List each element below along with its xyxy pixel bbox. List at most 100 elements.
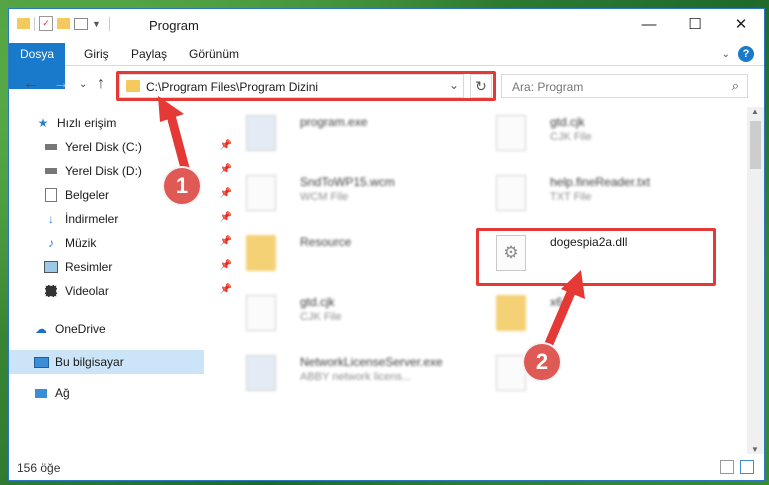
file-item[interactable]: Resource bbox=[228, 231, 458, 277]
new-folder-icon[interactable] bbox=[57, 18, 70, 29]
file-type: CJK File bbox=[550, 131, 592, 143]
tab-home[interactable]: Giriş bbox=[72, 43, 121, 65]
scroll-up-icon[interactable]: ▲ bbox=[751, 107, 759, 116]
explorer-window: ✓ ▼ Program — ☐ ✕ Dosya Giriş Paylaş Gör… bbox=[8, 8, 765, 481]
exe-file-icon bbox=[246, 115, 276, 151]
large-icons-view-icon[interactable] bbox=[740, 460, 754, 474]
recent-locations-button[interactable]: ⌄ bbox=[79, 79, 87, 90]
close-button[interactable]: ✕ bbox=[718, 9, 764, 39]
up-button[interactable]: ↑ bbox=[97, 75, 105, 93]
sidebar-item-label: İndirmeler bbox=[65, 212, 119, 226]
file-name: NetworkLicenseServer.exe bbox=[300, 355, 443, 369]
navigation-bar: ← → ⌄ ↑ C:\Program Files\Program Dizini … bbox=[9, 69, 764, 101]
sidebar-item-label: Yerel Disk (C:) bbox=[65, 140, 142, 154]
file-type: CJK File bbox=[300, 311, 342, 323]
maximize-button[interactable]: ☐ bbox=[672, 9, 718, 39]
forward-button[interactable]: → bbox=[53, 75, 69, 93]
sidebar-item-documents[interactable]: Belgeler 📌 bbox=[9, 183, 238, 207]
file-item[interactable]: x64 bbox=[478, 291, 708, 337]
customize-icon[interactable] bbox=[74, 17, 88, 30]
document-icon bbox=[246, 175, 276, 211]
file-item[interactable] bbox=[478, 351, 708, 397]
sidebar-item-videos[interactable]: Videolar 📌 bbox=[9, 279, 238, 303]
sidebar-item-disk-c[interactable]: Yerel Disk (C:) 📌 bbox=[9, 135, 238, 159]
file-name: x64 bbox=[550, 295, 570, 309]
file-name: help.fineReader.txt bbox=[550, 175, 651, 189]
download-icon: ↓ bbox=[48, 212, 54, 226]
search-placeholder: Ara: Program bbox=[512, 80, 584, 94]
scrollbar-thumb[interactable] bbox=[750, 121, 761, 169]
properties-icon[interactable]: ✓ bbox=[39, 16, 53, 31]
view-switcher bbox=[720, 460, 754, 474]
exe-file-icon bbox=[246, 355, 276, 391]
search-box[interactable]: Ara: Program ⌕ bbox=[501, 74, 748, 98]
ribbon-right: ⌄ ? bbox=[722, 46, 754, 62]
separator bbox=[34, 16, 35, 31]
sidebar-item-label: Resimler bbox=[65, 260, 113, 274]
document-icon bbox=[496, 115, 526, 151]
drive-icon bbox=[43, 163, 59, 179]
computer-icon bbox=[33, 354, 49, 370]
documents-icon bbox=[43, 187, 59, 203]
file-item[interactable]: gtd.cjk CJK File bbox=[228, 291, 458, 337]
back-button[interactable]: ← bbox=[23, 75, 39, 93]
sidebar-item-label: Müzik bbox=[65, 236, 97, 250]
file-name: gtd.cjk bbox=[550, 115, 585, 129]
file-item[interactable]: SndToWP15.wcm WCM File bbox=[228, 171, 458, 217]
folder-icon bbox=[246, 235, 276, 271]
step-badge-1: 1 bbox=[162, 166, 202, 206]
search-icon: ⌕ bbox=[731, 78, 739, 93]
document-icon bbox=[246, 295, 276, 331]
file-item[interactable]: program.exe bbox=[228, 111, 458, 157]
pictures-icon bbox=[43, 259, 59, 275]
sidebar-item-network[interactable]: Ağ bbox=[9, 381, 228, 405]
help-button[interactable]: ? bbox=[738, 46, 754, 62]
sidebar-item-downloads[interactable]: ↓ İndirmeler 📌 bbox=[9, 207, 238, 231]
window-title: Program bbox=[149, 18, 199, 33]
music-icon: ♪ bbox=[48, 236, 54, 250]
sidebar-item-music[interactable]: ♪ Müzik 📌 bbox=[9, 231, 238, 255]
sidebar-item-pictures[interactable]: Resimler 📌 bbox=[9, 255, 238, 279]
title-bar: ✓ ▼ Program — ☐ ✕ bbox=[9, 9, 764, 39]
file-item[interactable]: gtd.cjk CJK File bbox=[478, 111, 708, 157]
item-count: 156 öğe bbox=[17, 461, 61, 475]
address-highlight-box bbox=[116, 71, 496, 101]
tab-share[interactable]: Paylaş bbox=[119, 43, 179, 65]
window-controls: — ☐ ✕ bbox=[626, 9, 764, 39]
file-type: WCM File bbox=[300, 191, 349, 203]
folder-icon bbox=[17, 18, 30, 29]
drive-icon bbox=[43, 139, 59, 155]
sidebar-item-onedrive[interactable]: ☁ OneDrive bbox=[9, 317, 228, 341]
navigation-pane: ★ Hızlı erişim Yerel Disk (C:) 📌 Yerel D… bbox=[9, 107, 232, 452]
sidebar-item-label: Ağ bbox=[55, 386, 70, 400]
sidebar-item-label: Belgeler bbox=[65, 188, 110, 202]
star-icon: ★ bbox=[37, 116, 49, 130]
file-item[interactable]: help.fineReader.txt TXT File bbox=[478, 171, 708, 217]
minimize-button[interactable]: — bbox=[626, 9, 672, 39]
separator bbox=[108, 16, 110, 31]
step-badge-2: 2 bbox=[522, 342, 562, 382]
file-type: TXT File bbox=[550, 191, 592, 203]
file-name: Resource bbox=[300, 235, 352, 249]
vertical-scrollbar[interactable]: ▲ ▼ bbox=[747, 107, 764, 454]
sidebar-item-quick-access[interactable]: ★ Hızlı erişim bbox=[9, 111, 230, 135]
sidebar-item-label: Videolar bbox=[65, 284, 109, 298]
file-highlight-box bbox=[476, 228, 716, 286]
cloud-icon: ☁ bbox=[35, 322, 47, 336]
sidebar-item-disk-d[interactable]: Yerel Disk (D:) 📌 bbox=[9, 159, 238, 183]
quick-access-toolbar: ✓ ▼ bbox=[17, 16, 110, 31]
details-view-icon[interactable] bbox=[720, 460, 734, 474]
scroll-down-icon[interactable]: ▼ bbox=[751, 445, 759, 454]
tab-view[interactable]: Görünüm bbox=[177, 43, 251, 65]
folder-icon bbox=[496, 295, 526, 331]
file-name: gtd.cjk bbox=[300, 295, 335, 309]
dropdown-icon[interactable]: ▼ bbox=[92, 19, 101, 29]
file-type: ABBY network licens... bbox=[300, 371, 412, 383]
file-item[interactable]: NetworkLicenseServer.exe ABBY network li… bbox=[228, 351, 458, 397]
sidebar-item-label: OneDrive bbox=[55, 322, 106, 336]
expand-ribbon-icon[interactable]: ⌄ bbox=[722, 49, 730, 60]
sidebar-item-label: Yerel Disk (D:) bbox=[65, 164, 142, 178]
sidebar-item-this-pc[interactable]: Bu bilgisayar bbox=[9, 350, 204, 374]
video-icon bbox=[43, 283, 59, 299]
network-icon bbox=[33, 385, 49, 401]
